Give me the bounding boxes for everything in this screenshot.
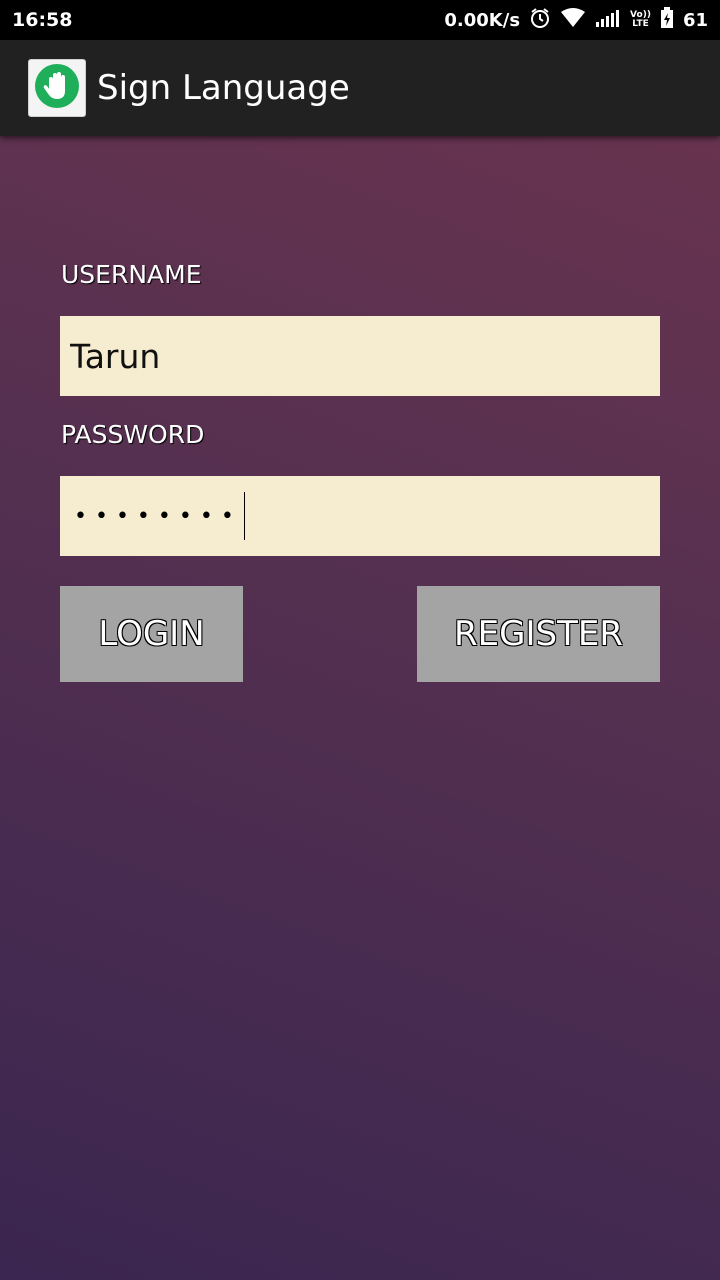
alarm-icon <box>529 7 551 34</box>
password-label: PASSWORD <box>61 420 205 449</box>
status-icons: 0.00K/s Vo)) LTE 61 <box>444 6 708 34</box>
wifi-icon <box>560 7 586 33</box>
app-logo <box>28 59 86 117</box>
username-input[interactable] <box>60 316 660 396</box>
app-toolbar: Sign Language <box>0 40 720 136</box>
volte-icon: Vo)) LTE <box>630 10 651 29</box>
status-bar: 16:58 0.00K/s Vo)) LTE 61 <box>0 0 720 40</box>
text-cursor <box>243 492 245 540</box>
network-speed: 0.00K/s <box>444 9 521 31</box>
username-label: USERNAME <box>61 260 202 289</box>
status-time: 16:58 <box>12 9 73 31</box>
signal-icon <box>595 8 621 33</box>
login-button[interactable]: LOGIN <box>60 586 243 682</box>
battery-icon <box>660 6 674 34</box>
password-mask: •••••••• <box>74 503 242 529</box>
app-title: Sign Language <box>97 68 350 108</box>
password-input[interactable]: •••••••• <box>60 476 660 556</box>
register-button[interactable]: REGISTER <box>417 586 660 682</box>
hand-icon <box>34 63 80 113</box>
battery-level: 61 <box>682 9 708 31</box>
